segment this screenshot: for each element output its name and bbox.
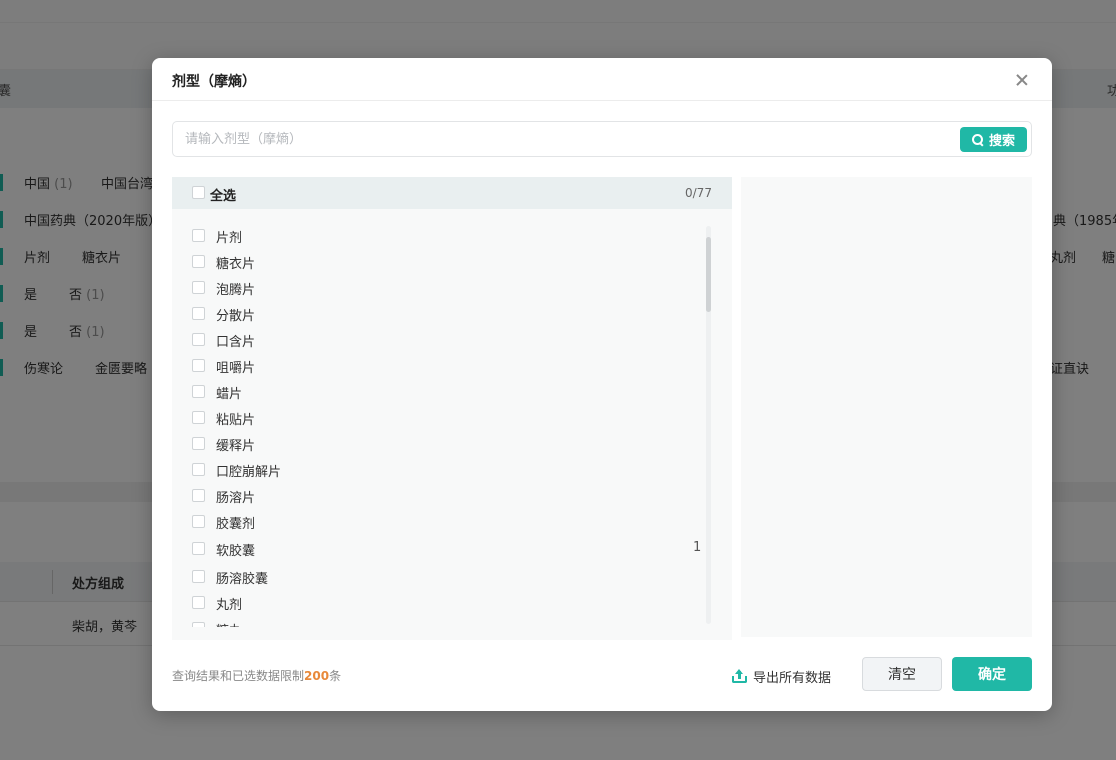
- options-list: 片剂 糖衣片 泡腾片 分散片 口含片 咀嚼片 蜡片 粘贴片 缓释片 口腔崩解片 …: [172, 223, 732, 627]
- item-label: 咀嚼片: [216, 361, 256, 376]
- item-checkbox[interactable]: [192, 307, 205, 320]
- list-item[interactable]: 肠溶胶囊: [172, 564, 712, 590]
- item-label: 糖丸: [216, 620, 242, 627]
- upload-icon: [732, 669, 747, 683]
- confirm-button[interactable]: 确定: [952, 657, 1032, 691]
- item-checkbox[interactable]: [192, 255, 205, 268]
- item-label: 胶囊剂: [216, 517, 256, 532]
- item-label: 蜡片: [216, 387, 243, 402]
- selected-pane: [741, 177, 1032, 637]
- dialog-title: 剂型（摩熵）: [172, 74, 256, 90]
- item-checkbox[interactable]: [192, 596, 205, 609]
- limit-note-suffix: 条: [329, 669, 342, 683]
- item-checkbox[interactable]: [192, 542, 205, 555]
- item-label: 口腔崩解片: [216, 465, 282, 480]
- search-button-label: 搜索: [988, 134, 1015, 149]
- list-scrollbar-thumb[interactable]: [706, 237, 711, 312]
- item-label: 分散片: [216, 309, 256, 324]
- item-count: 1: [693, 540, 702, 555]
- item-checkbox[interactable]: [192, 622, 205, 627]
- export-all-button[interactable]: 导出所有数据: [732, 665, 831, 687]
- dialog-header: 剂型（摩熵）: [152, 58, 1052, 101]
- selected-count: 0/77: [685, 186, 712, 200]
- clear-button[interactable]: 清空: [862, 657, 942, 691]
- item-checkbox[interactable]: [192, 411, 205, 424]
- list-item[interactable]: 糖丸: [172, 616, 712, 627]
- list-item[interactable]: 咀嚼片: [172, 353, 712, 379]
- search-button[interactable]: 搜索: [960, 127, 1027, 152]
- item-label: 口含片: [216, 335, 256, 350]
- item-label: 肠溶片: [216, 491, 256, 506]
- list-item[interactable]: 泡腾片: [172, 275, 712, 301]
- item-checkbox[interactable]: [192, 229, 205, 242]
- list-item[interactable]: 缓释片: [172, 431, 712, 457]
- limit-note-prefix: 查询结果和已选数据限制: [172, 669, 305, 683]
- options-pane: 全选 0/77 片剂 糖衣片 泡腾片 分散片 口含片 咀嚼片 蜡片 粘贴片 缓释…: [172, 177, 732, 640]
- list-item[interactable]: 口含片: [172, 327, 712, 353]
- search-input[interactable]: [185, 129, 945, 149]
- search-icon: [971, 133, 984, 146]
- item-checkbox[interactable]: [192, 570, 205, 583]
- list-item[interactable]: 粘贴片: [172, 405, 712, 431]
- item-checkbox[interactable]: [192, 437, 205, 450]
- item-label: 泡腾片: [216, 283, 256, 298]
- select-all-row: 全选 0/77: [172, 177, 732, 209]
- item-checkbox[interactable]: [192, 463, 205, 476]
- list-item[interactable]: 胶囊剂: [172, 509, 712, 535]
- list-item[interactable]: 软胶囊 1: [172, 536, 712, 562]
- item-label: 缓释片: [216, 439, 256, 454]
- item-label: 软胶囊: [216, 544, 256, 559]
- item-checkbox[interactable]: [192, 359, 205, 372]
- limit-number: 200: [304, 669, 330, 683]
- list-item[interactable]: 片剂: [172, 223, 712, 249]
- item-checkbox[interactable]: [192, 281, 205, 294]
- item-label: 粘贴片: [216, 413, 256, 428]
- item-label: 片剂: [216, 231, 243, 246]
- select-all-label[interactable]: 全选: [210, 185, 236, 204]
- list-item[interactable]: 糖衣片: [172, 249, 712, 275]
- item-label: 肠溶胶囊: [216, 572, 269, 587]
- item-checkbox[interactable]: [192, 385, 205, 398]
- list-item[interactable]: 肠溶片: [172, 483, 712, 509]
- item-label: 丸剂: [216, 598, 243, 613]
- close-icon[interactable]: [1014, 72, 1030, 88]
- item-checkbox[interactable]: [192, 333, 205, 346]
- list-item[interactable]: 口腔崩解片: [172, 457, 712, 483]
- dosage-form-dialog: 剂型（摩熵） 搜索 全选 0/77 片剂 糖衣片 泡腾片 分散片 口含片 咀嚼片…: [152, 58, 1052, 711]
- item-label: 糖衣片: [216, 257, 256, 272]
- item-checkbox[interactable]: [192, 515, 205, 528]
- export-label: 导出所有数据: [753, 670, 832, 686]
- list-item[interactable]: 蜡片: [172, 379, 712, 405]
- list-item[interactable]: 分散片: [172, 301, 712, 327]
- search-box: 搜索: [172, 121, 1032, 157]
- list-item[interactable]: 丸剂: [172, 590, 712, 616]
- limit-note: 查询结果和已选数据限制200条: [172, 667, 341, 684]
- item-checkbox[interactable]: [192, 489, 205, 502]
- select-all-checkbox[interactable]: [192, 186, 205, 199]
